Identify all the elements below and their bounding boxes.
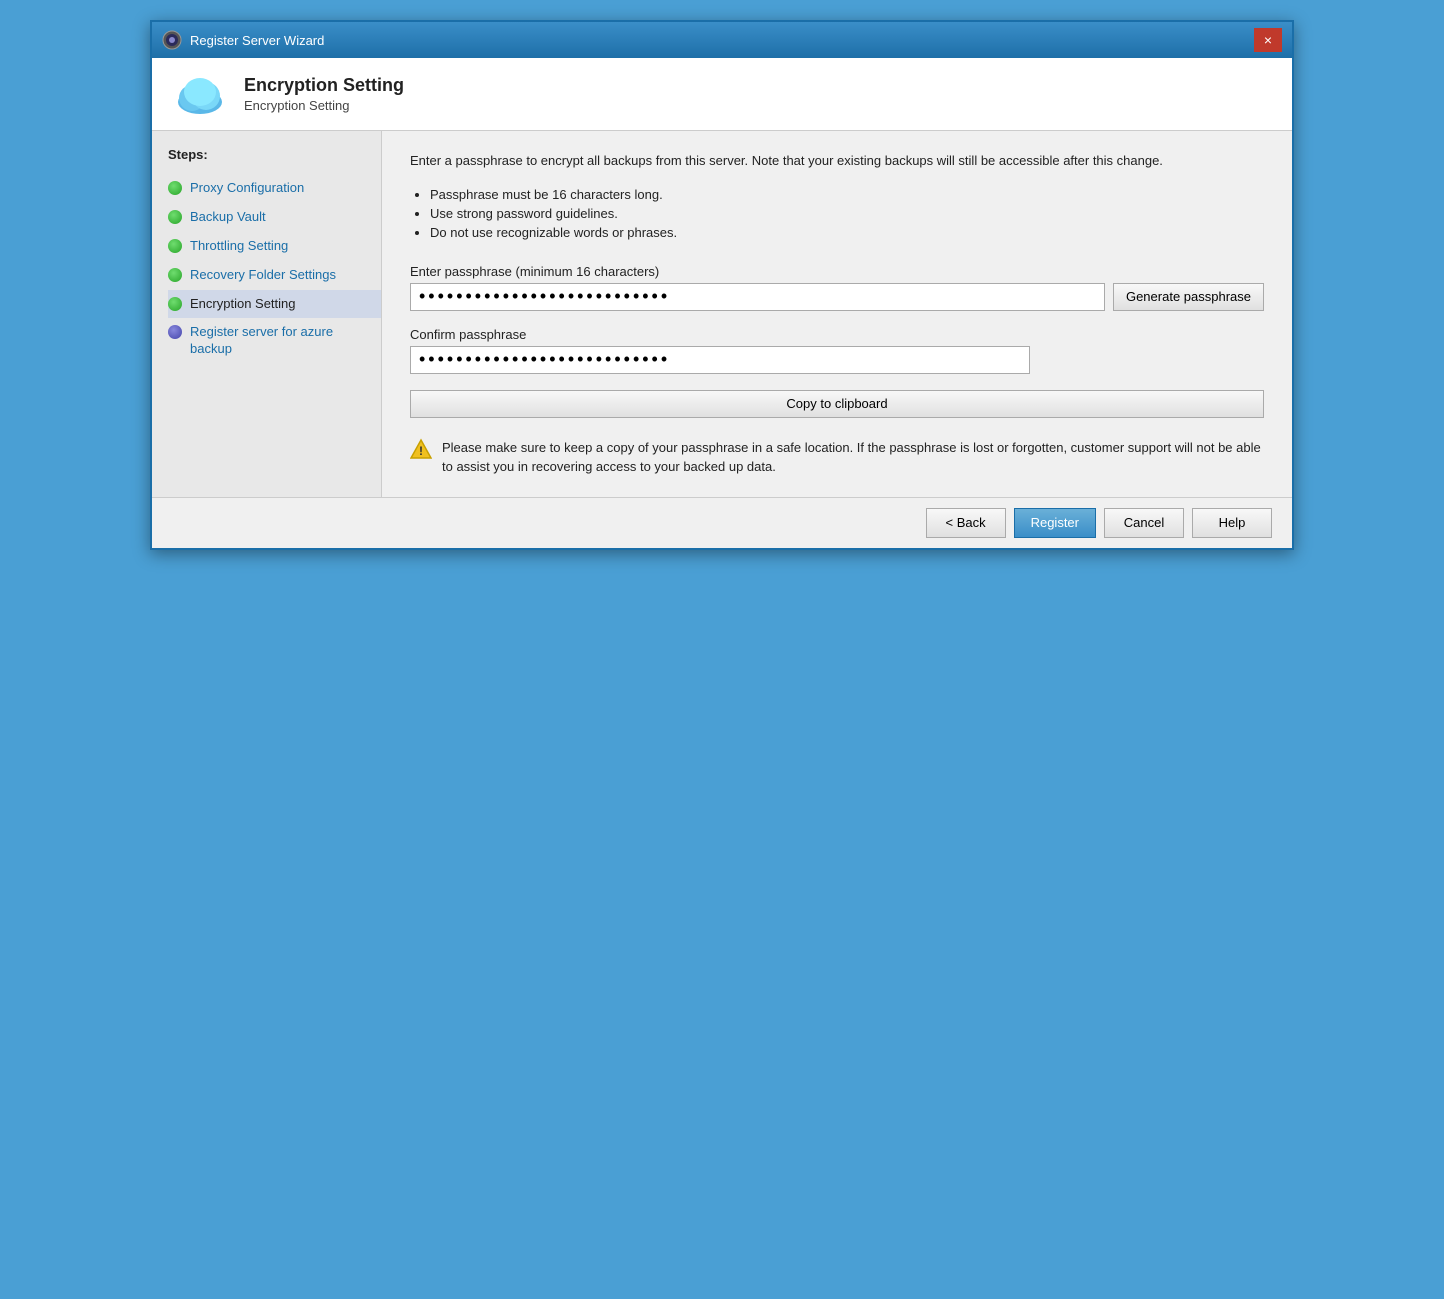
cancel-button[interactable]: Cancel: [1104, 508, 1184, 538]
sidebar-steps-label: Steps:: [168, 147, 381, 162]
passphrase-label: Enter passphrase (minimum 16 characters): [410, 264, 1264, 279]
sidebar-item-throttling[interactable]: Throttling Setting: [168, 232, 381, 261]
sidebar-label-recovery: Recovery Folder Settings: [190, 267, 336, 284]
confirm-passphrase-input[interactable]: [410, 346, 1030, 374]
app-icon: [162, 30, 182, 50]
bullet-item-1: Passphrase must be 16 characters long.: [430, 187, 1264, 202]
sidebar-dot-vault: [168, 210, 182, 224]
sidebar-item-recovery[interactable]: Recovery Folder Settings: [168, 261, 381, 290]
description-text: Enter a passphrase to encrypt all backup…: [410, 151, 1264, 171]
sidebar-dot-proxy: [168, 181, 182, 195]
sidebar-item-proxy[interactable]: Proxy Configuration: [168, 174, 381, 203]
sidebar-label-vault: Backup Vault: [190, 209, 266, 226]
sidebar-label-encryption: Encryption Setting: [190, 296, 296, 313]
register-button[interactable]: Register: [1014, 508, 1096, 538]
header-titles: Encryption Setting Encryption Setting: [244, 75, 404, 113]
bullet-item-3: Do not use recognizable words or phrases…: [430, 225, 1264, 240]
wizard-window: Register Server Wizard × Encryption Sett…: [150, 20, 1294, 550]
header-subtitle: Encryption Setting: [244, 98, 404, 113]
cloud-icon: [172, 70, 228, 118]
help-button[interactable]: Help: [1192, 508, 1272, 538]
warning-icon: !: [410, 438, 432, 460]
main-panel: Enter a passphrase to encrypt all backup…: [382, 131, 1292, 497]
warning-text: Please make sure to keep a copy of your …: [442, 438, 1264, 477]
confirm-label: Confirm passphrase: [410, 327, 1264, 342]
passphrase-input[interactable]: [410, 283, 1105, 311]
back-button[interactable]: < Back: [926, 508, 1006, 538]
footer-area: < Back Register Cancel Help: [152, 497, 1292, 548]
generate-passphrase-button[interactable]: Generate passphrase: [1113, 283, 1264, 311]
header-area: Encryption Setting Encryption Setting: [152, 58, 1292, 131]
sidebar-dot-recovery: [168, 268, 182, 282]
close-button[interactable]: ×: [1254, 28, 1282, 52]
sidebar-item-register[interactable]: Register server for azure backup: [168, 318, 381, 364]
title-bar-left: Register Server Wizard: [162, 30, 324, 50]
sidebar: Steps: Proxy Configuration Backup Vault …: [152, 131, 382, 497]
svg-text:!: !: [419, 444, 423, 458]
bullet-item-2: Use strong password guidelines.: [430, 206, 1264, 221]
sidebar-dot-register: [168, 325, 182, 339]
title-bar: Register Server Wizard ×: [152, 22, 1292, 58]
window-title: Register Server Wizard: [190, 33, 324, 48]
sidebar-label-proxy: Proxy Configuration: [190, 180, 304, 197]
sidebar-dot-encryption: [168, 297, 182, 311]
copy-to-clipboard-button[interactable]: Copy to clipboard: [410, 390, 1264, 418]
bullet-list: Passphrase must be 16 characters long. U…: [430, 187, 1264, 244]
passphrase-row: Generate passphrase: [410, 283, 1264, 311]
warning-box: ! Please make sure to keep a copy of you…: [410, 438, 1264, 477]
header-title: Encryption Setting: [244, 75, 404, 96]
sidebar-label-register: Register server for azure backup: [190, 324, 373, 358]
content-area: Steps: Proxy Configuration Backup Vault …: [152, 131, 1292, 497]
sidebar-dot-throttling: [168, 239, 182, 253]
sidebar-item-encryption[interactable]: Encryption Setting: [168, 290, 381, 319]
sidebar-label-throttling: Throttling Setting: [190, 238, 288, 255]
sidebar-item-vault[interactable]: Backup Vault: [168, 203, 381, 232]
